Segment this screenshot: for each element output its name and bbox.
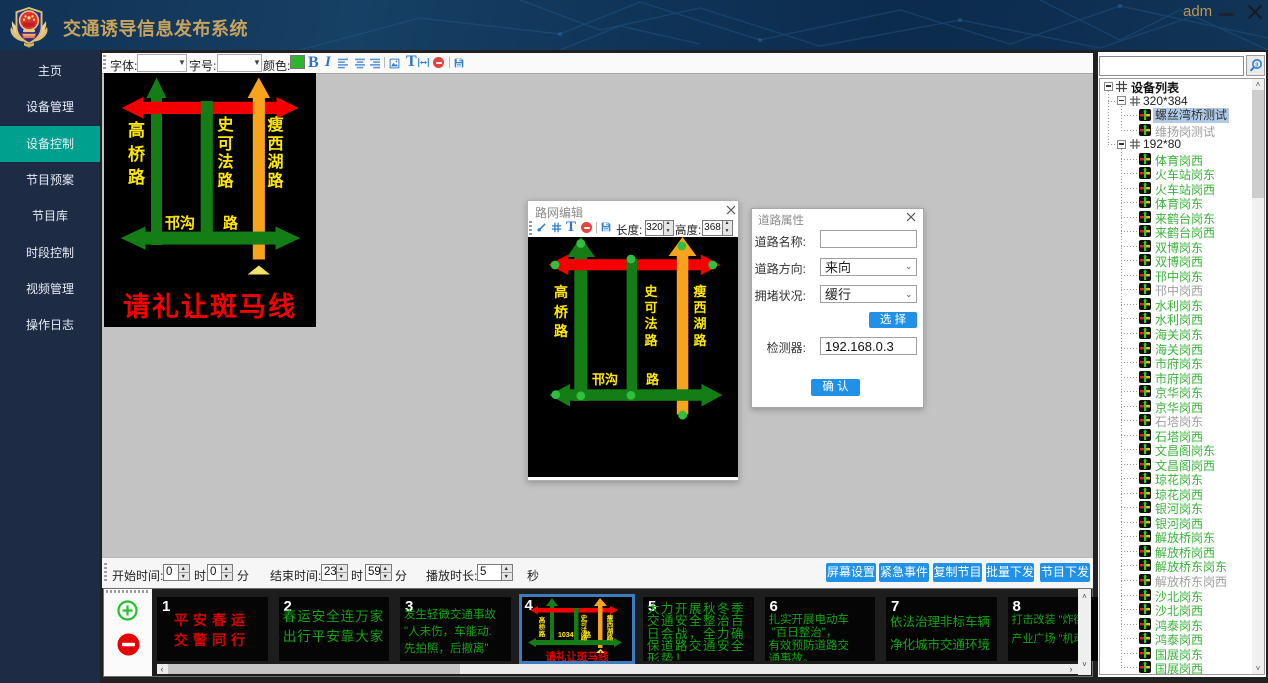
svg-text:桥: 桥 bbox=[538, 622, 545, 631]
svg-text:请礼让斑马线: 请礼让斑马线 bbox=[545, 650, 608, 661]
svg-text:1034: 1034 bbox=[558, 632, 574, 639]
svg-text:高: 高 bbox=[538, 615, 545, 624]
svg-text:3: 3 bbox=[1255, 62, 1258, 68]
svg-text:路: 路 bbox=[538, 629, 545, 638]
svg-text:路: 路 bbox=[606, 633, 613, 642]
svg-text:路: 路 bbox=[584, 630, 592, 639]
